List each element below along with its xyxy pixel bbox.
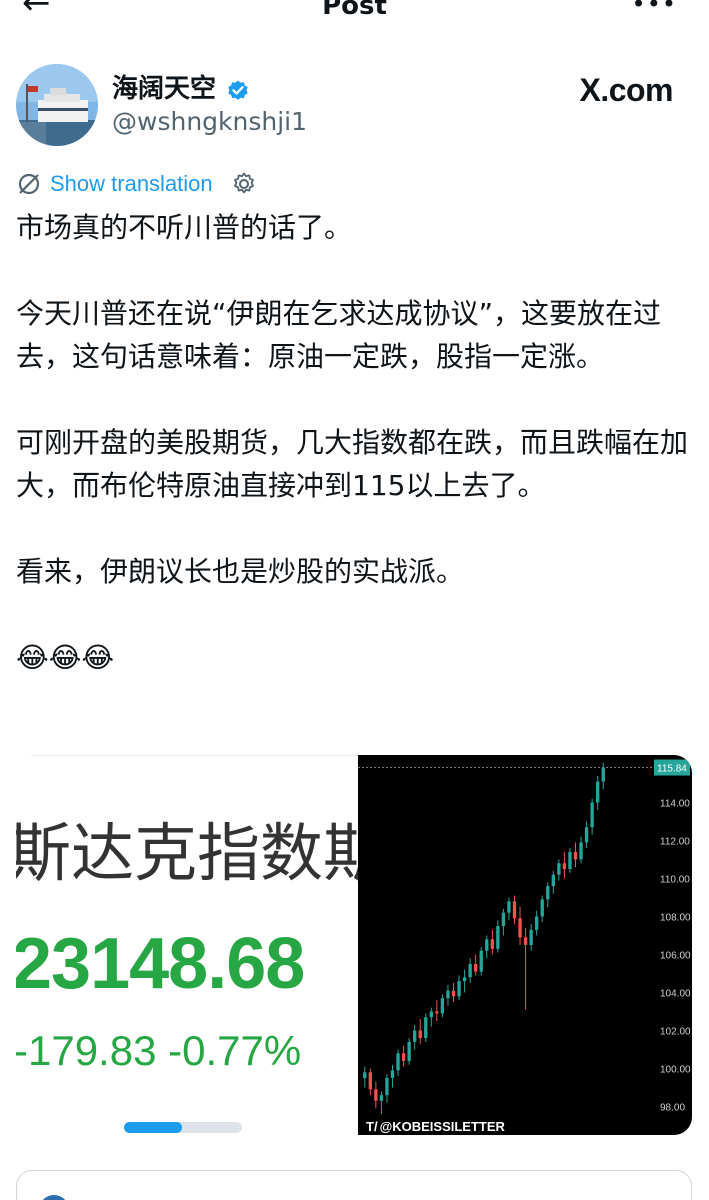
y-tick-label: 106.00: [660, 951, 691, 962]
candle-body: [429, 1011, 433, 1018]
candle-body: [490, 939, 494, 949]
display-name[interactable]: 海阔天空: [112, 74, 216, 104]
media-pager-active: [124, 1122, 182, 1133]
source-label: X.com: [579, 72, 673, 108]
candle-body: [407, 1041, 411, 1061]
post-text: 市场真的不听川普的话了。 今天川普还在说“伊朗在乞求达成协议”，这要放在过去，这…: [16, 206, 688, 679]
y-tick-label: 108.00: [660, 913, 691, 924]
candle-body: [518, 918, 522, 938]
candle-body: [501, 912, 506, 926]
candle-body: [523, 937, 528, 945]
candle-body: [379, 1095, 384, 1101]
translate-icon: [18, 173, 40, 195]
post-paragraph: 今天川普还在说“伊朗在乞求达成协议”，这要放在过去，这句话意味着：原油一定跌，股…: [16, 297, 662, 373]
candle-body: [474, 964, 478, 972]
candle-body: [451, 990, 456, 997]
candle-body: [557, 863, 561, 875]
media-attachment[interactable]: 斯达克指数期 23148.68 -179.83 -0.77% 114.00 112…: [16, 755, 692, 1135]
candle-body: [512, 901, 517, 919]
page-title: Post: [322, 0, 387, 21]
post-paragraph: 看来，伊朗议长也是炒股的实战派。: [16, 555, 465, 588]
candle-body: [562, 863, 567, 869]
nasdaq-change: -179.83 -0.77%: [16, 1027, 302, 1074]
candle-body: [529, 929, 533, 945]
quoted-avatar: [39, 1195, 69, 1200]
candle-body: [446, 990, 450, 999]
top-bar: ← Post •••: [0, 0, 709, 22]
y-tick-label: 98.00: [660, 1103, 685, 1114]
chart-watermark: T/@KOBEISSILETTER: [366, 1119, 505, 1134]
user-handle[interactable]: @wshngknshji1: [112, 107, 307, 137]
nasdaq-futures-image[interactable]: 斯达克指数期 23148.68 -179.83 -0.77%: [16, 755, 358, 1135]
candle-body: [462, 977, 467, 982]
candle-body: [590, 802, 594, 828]
candle-body: [390, 1070, 395, 1078]
y-tick-label: 114.00: [660, 799, 690, 810]
candle-body: [401, 1053, 406, 1061]
show-translation-link[interactable]: Show translation: [50, 171, 213, 197]
candle-body: [507, 901, 511, 913]
candle-body: [546, 886, 550, 900]
media-pager: [124, 1122, 242, 1133]
candle-body: [573, 851, 578, 860]
nasdaq-title: 斯达克指数期: [16, 817, 358, 890]
nasdaq-price: 23148.68: [16, 924, 305, 1004]
brent-chart-image[interactable]: 114.00 112.00 110.00 108.00 106.00 104.00 102.…: [358, 755, 692, 1135]
candlestick-chart: 114.00 112.00 110.00 108.00 106.00 104.00 102.…: [358, 759, 691, 1115]
y-tick-label: 100.00: [660, 1065, 691, 1076]
candle-body: [535, 916, 539, 930]
candle-body: [584, 827, 589, 843]
candle-body: [385, 1078, 389, 1096]
candle-body: [568, 851, 572, 869]
y-tick-label: 104.00: [660, 989, 691, 1000]
post-paragraph: 可刚开盘的美股期货，几大指数都在跌，而且跌幅在加大，而布伦特原油直接冲到115以…: [16, 426, 689, 502]
candle-body: [440, 998, 445, 1014]
candle-body: [485, 939, 489, 951]
gear-icon[interactable]: [231, 171, 257, 197]
candle-body: [496, 926, 500, 949]
candle-body: [413, 1030, 417, 1042]
emoji-line: 😂😂😂: [16, 641, 115, 674]
more-options-icon[interactable]: •••: [632, 0, 677, 16]
candle-body: [551, 874, 555, 887]
avatar[interactable]: [16, 64, 98, 146]
y-tick-label: 112.00: [660, 837, 690, 848]
quoted-post-card[interactable]: [16, 1170, 692, 1200]
candle-body: [435, 1011, 439, 1014]
candle-body: [374, 1089, 378, 1101]
candle-body: [596, 781, 600, 803]
candle-body: [396, 1053, 400, 1071]
candle-body: [418, 1030, 422, 1039]
y-tick-label: 102.00: [660, 1027, 691, 1038]
candle-body: [468, 964, 472, 978]
verified-badge-icon: [228, 80, 248, 100]
candle-body: [368, 1072, 372, 1090]
last-price-label: 115.84: [657, 764, 687, 775]
y-tick-label: 110.00: [660, 875, 690, 886]
candle-body: [479, 950, 483, 972]
candle-body: [540, 899, 544, 917]
translation-row: Show translation: [16, 168, 257, 200]
post-paragraph: 市场真的不听川普的话了。: [16, 211, 353, 244]
candle-body: [601, 767, 605, 782]
candle-body: [457, 981, 461, 997]
candle-body: [363, 1072, 367, 1078]
candle-body: [579, 842, 583, 860]
candle-body: [424, 1017, 428, 1039]
